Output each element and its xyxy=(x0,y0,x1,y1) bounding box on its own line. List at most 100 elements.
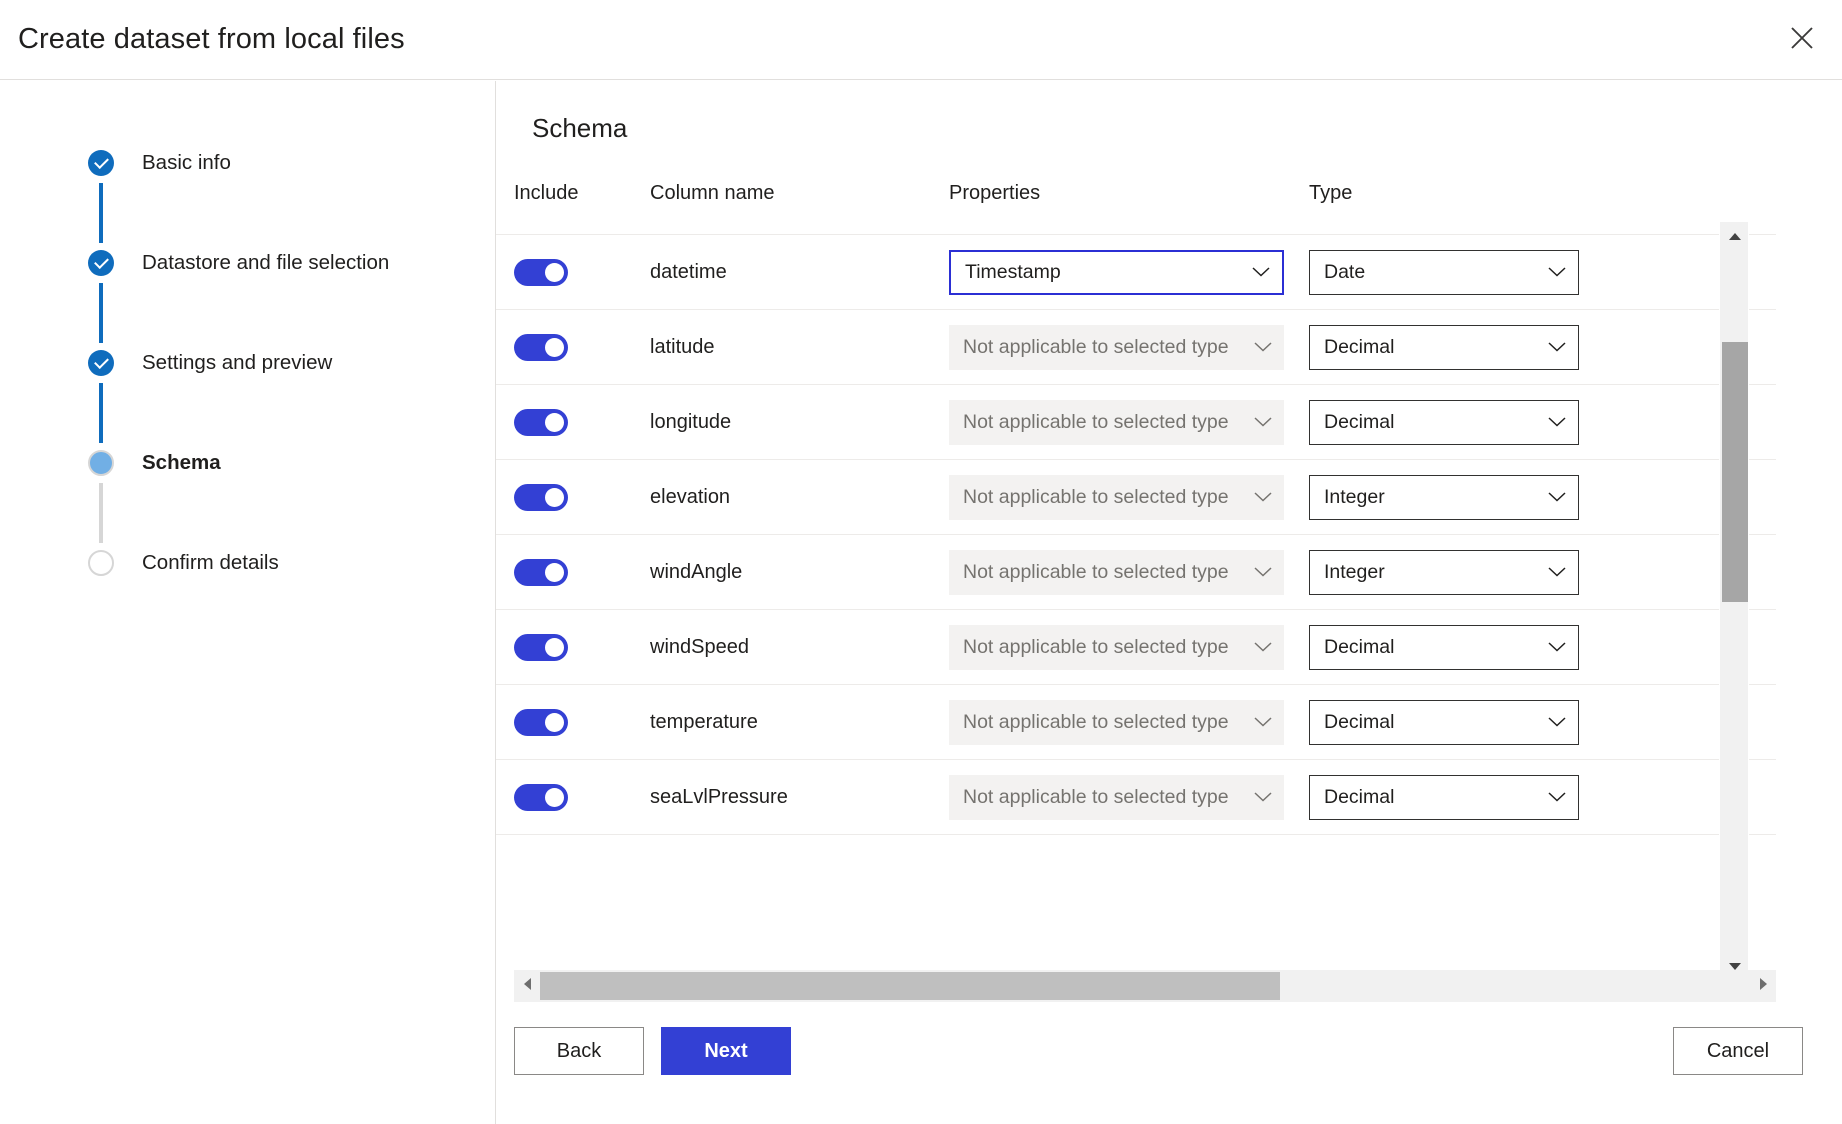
vertical-scroll-thumb[interactable] xyxy=(1722,342,1748,602)
table-row: elevation Not applicable to selected type… xyxy=(496,460,1776,535)
type-value: Integer xyxy=(1324,561,1385,584)
include-toggle[interactable] xyxy=(514,484,568,511)
chevron-down-icon xyxy=(1254,717,1272,727)
properties-dropdown: Not applicable to selected type xyxy=(949,325,1284,370)
type-dropdown[interactable]: Date xyxy=(1309,250,1579,295)
include-toggle[interactable] xyxy=(514,634,568,661)
dialog-header: Create dataset from local files xyxy=(0,0,1842,80)
step-label: Basic info xyxy=(142,151,231,175)
include-toggle[interactable] xyxy=(514,334,568,361)
include-cell xyxy=(514,559,650,586)
include-cell xyxy=(514,634,650,661)
step-label: Datastore and file selection xyxy=(142,251,389,275)
type-value: Decimal xyxy=(1324,711,1394,734)
type-value: Integer xyxy=(1324,486,1385,509)
schema-table-area: Include Column name Properties Type date… xyxy=(496,153,1821,966)
column-name-cell: temperature xyxy=(650,711,949,734)
type-cell: Decimal xyxy=(1309,625,1609,670)
step-label: Schema xyxy=(142,451,221,475)
properties-dropdown: Not applicable to selected type xyxy=(949,700,1284,745)
include-cell xyxy=(514,709,650,736)
next-button[interactable]: Next xyxy=(661,1027,791,1075)
properties-value: Not applicable to selected type xyxy=(963,486,1229,509)
type-dropdown[interactable]: Decimal xyxy=(1309,775,1579,820)
type-cell: Decimal xyxy=(1309,400,1609,445)
properties-dropdown[interactable]: Timestamp xyxy=(949,250,1284,295)
column-name-cell: longitude xyxy=(650,411,949,434)
type-cell: Integer xyxy=(1309,550,1609,595)
include-toggle[interactable] xyxy=(514,259,568,286)
properties-dropdown: Not applicable to selected type xyxy=(949,475,1284,520)
step-complete-icon xyxy=(88,150,114,176)
type-dropdown[interactable]: Decimal xyxy=(1309,700,1579,745)
chevron-down-icon xyxy=(1548,417,1566,427)
cancel-button[interactable]: Cancel xyxy=(1673,1027,1803,1075)
table-row: seaLvlPressure Not applicable to selected… xyxy=(496,760,1776,835)
dialog-body: Basic info Datastore and file selection … xyxy=(0,81,1842,1124)
column-header-type: Type xyxy=(1309,182,1609,205)
close-button[interactable] xyxy=(1776,12,1828,64)
include-toggle[interactable] xyxy=(514,559,568,586)
include-toggle[interactable] xyxy=(514,784,568,811)
sidebar-item-confirm-details[interactable]: Confirm details xyxy=(88,543,389,583)
type-dropdown[interactable]: Decimal xyxy=(1309,400,1579,445)
column-name-label: temperature xyxy=(650,711,758,733)
type-cell: Date xyxy=(1309,250,1609,295)
type-dropdown[interactable]: Integer xyxy=(1309,475,1579,520)
wizard-sidebar: Basic info Datastore and file selection … xyxy=(0,81,496,1124)
table-row: windSpeed Not applicable to selected type… xyxy=(496,610,1776,685)
column-name-label: longitude xyxy=(650,411,731,433)
chevron-down-icon xyxy=(1252,267,1270,277)
chevron-down-icon xyxy=(1548,342,1566,352)
column-header-properties: Properties xyxy=(949,182,1309,205)
properties-cell: Not applicable to selected type xyxy=(949,400,1309,445)
wizard-steps: Basic info Datastore and file selection … xyxy=(88,143,389,583)
properties-cell: Not applicable to selected type xyxy=(949,625,1309,670)
column-name-label: seaLvlPressure xyxy=(650,786,788,808)
properties-value: Not applicable to selected type xyxy=(963,336,1229,359)
properties-cell: Not applicable to selected type xyxy=(949,325,1309,370)
type-dropdown[interactable]: Decimal xyxy=(1309,325,1579,370)
step-complete-icon xyxy=(88,250,114,276)
include-toggle[interactable] xyxy=(514,709,568,736)
properties-cell: Not applicable to selected type xyxy=(949,700,1309,745)
column-name-label: latitude xyxy=(650,336,715,358)
properties-value: Timestamp xyxy=(965,261,1061,284)
column-name-label: datetime xyxy=(650,261,727,283)
include-toggle[interactable] xyxy=(514,409,568,436)
sidebar-item-schema[interactable]: Schema xyxy=(88,443,389,483)
properties-cell: Not applicable to selected type xyxy=(949,550,1309,595)
column-name-cell: datetime xyxy=(650,261,949,284)
table-header-row: Include Column name Properties Type xyxy=(496,153,1776,235)
step-complete-icon xyxy=(88,350,114,376)
vertical-scrollbar[interactable] xyxy=(1719,221,1749,983)
include-cell xyxy=(514,334,650,361)
column-name-label: windSpeed xyxy=(650,636,749,658)
properties-dropdown: Not applicable to selected type xyxy=(949,400,1284,445)
sidebar-item-basic-info[interactable]: Basic info xyxy=(88,143,389,183)
properties-dropdown: Not applicable to selected type xyxy=(949,775,1284,820)
table-row: datetime Timestamp Date xyxy=(496,235,1776,310)
scroll-up-button[interactable] xyxy=(1720,222,1750,252)
type-cell: Integer xyxy=(1309,475,1609,520)
type-value: Decimal xyxy=(1324,411,1394,434)
chevron-down-icon xyxy=(1548,492,1566,502)
step-connector xyxy=(99,383,103,443)
properties-value: Not applicable to selected type xyxy=(963,711,1229,734)
chevron-down-icon xyxy=(1254,567,1272,577)
properties-value: Not applicable to selected type xyxy=(963,411,1229,434)
sidebar-item-datastore-and-file-selection[interactable]: Datastore and file selection xyxy=(88,243,389,283)
chevron-down-icon xyxy=(1548,267,1566,277)
type-value: Decimal xyxy=(1324,336,1394,359)
type-dropdown[interactable]: Integer xyxy=(1309,550,1579,595)
column-name-label: elevation xyxy=(650,486,730,508)
step-pending-icon xyxy=(88,550,114,576)
properties-cell: Not applicable to selected type xyxy=(949,775,1309,820)
sidebar-item-settings-and-preview[interactable]: Settings and preview xyxy=(88,343,389,383)
type-dropdown[interactable]: Decimal xyxy=(1309,625,1579,670)
table-body: datetime Timestamp Date latitude Not applica… xyxy=(496,235,1776,835)
toggle-knob xyxy=(545,638,564,657)
back-button[interactable]: Back xyxy=(514,1027,644,1075)
step-label: Settings and preview xyxy=(142,351,332,375)
properties-cell: Not applicable to selected type xyxy=(949,475,1309,520)
